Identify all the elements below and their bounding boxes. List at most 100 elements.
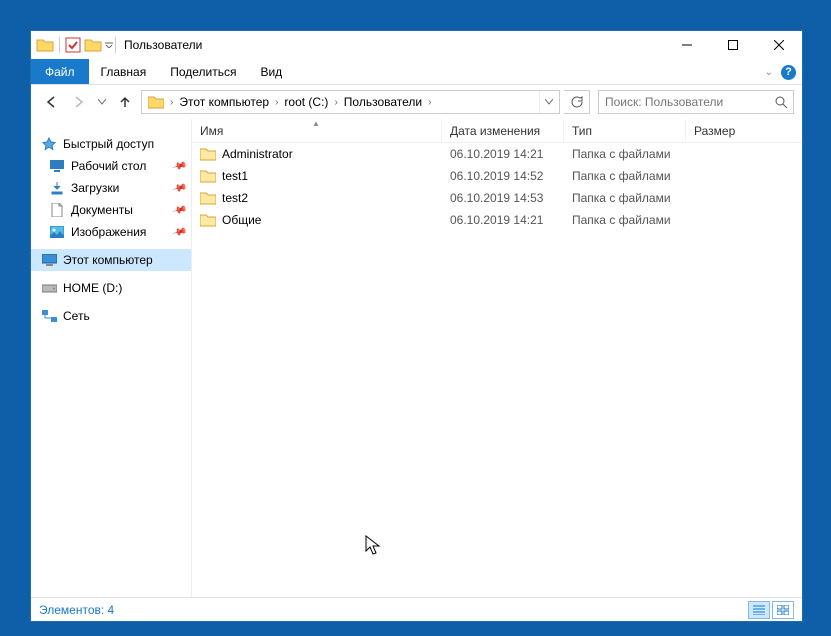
properties-icon[interactable] — [65, 37, 81, 53]
view-buttons — [748, 601, 794, 619]
folder-icon — [200, 169, 216, 183]
breadcrumb-root-c[interactable]: root (C:) — [280, 91, 332, 113]
file-list: Administrator06.10.2019 14:21Папка с фай… — [192, 143, 802, 597]
column-type[interactable]: Тип — [564, 119, 686, 142]
pictures-icon — [49, 224, 65, 240]
status-text: Элементов: 4 — [39, 603, 114, 617]
sidebar-this-pc[interactable]: Этот компьютер — [31, 249, 191, 271]
title-bar: Пользователи — [31, 31, 802, 59]
sidebar-item-downloads[interactable]: Загрузки 📌 — [31, 177, 191, 199]
close-button[interactable] — [756, 31, 802, 59]
sidebar-quick-access[interactable]: Быстрый доступ — [31, 133, 191, 155]
tab-file[interactable]: Файл — [31, 59, 89, 84]
file-type: Папка с файлами — [564, 191, 686, 205]
new-folder-icon[interactable] — [84, 37, 102, 53]
sidebar-drive-home[interactable]: HOME (D:) — [31, 277, 191, 299]
up-button[interactable] — [113, 90, 137, 114]
navigation-pane: Быстрый доступ Рабочий стол 📌 Загрузки 📌… — [31, 119, 191, 597]
tab-home[interactable]: Главная — [89, 59, 159, 84]
drive-icon — [41, 280, 57, 296]
ribbon-tabs: Файл Главная Поделиться Вид ⌄ ? — [31, 59, 802, 85]
nav-row: › Этот компьютер › root (C:) › Пользоват… — [31, 85, 802, 119]
sidebar-label: Этот компьютер — [63, 253, 153, 267]
file-name: test1 — [222, 169, 248, 183]
address-bar[interactable]: › Этот компьютер › root (C:) › Пользоват… — [141, 90, 560, 114]
network-icon — [41, 308, 57, 324]
file-date: 06.10.2019 14:21 — [442, 213, 564, 227]
file-date: 06.10.2019 14:52 — [442, 169, 564, 183]
refresh-button[interactable] — [564, 90, 590, 114]
maximize-button[interactable] — [710, 31, 756, 59]
folder-icon — [200, 147, 216, 161]
pin-icon: 📌 — [171, 224, 187, 240]
file-name: test2 — [222, 191, 248, 205]
tab-view[interactable]: Вид — [248, 59, 294, 84]
sidebar-label: HOME (D:) — [63, 281, 122, 295]
table-row[interactable]: test2 06.10.2019 14:53Папка с файлами — [192, 187, 802, 209]
tab-share[interactable]: Поделиться — [158, 59, 248, 84]
back-button[interactable] — [39, 90, 63, 114]
computer-icon — [41, 252, 57, 268]
file-type: Папка с файлами — [564, 169, 686, 183]
window-controls — [664, 31, 802, 59]
column-date[interactable]: Дата изменения — [442, 119, 564, 142]
help-icon[interactable]: ? — [781, 65, 796, 80]
search-icon[interactable] — [769, 91, 793, 113]
search-input[interactable] — [599, 95, 769, 109]
large-icons-view-button[interactable] — [772, 601, 794, 619]
content-area: Имя ▲ Дата изменения Тип Размер Administ… — [191, 119, 802, 597]
sidebar-item-pictures[interactable]: Изображения 📌 — [31, 221, 191, 243]
file-date: 06.10.2019 14:53 — [442, 191, 564, 205]
qat-dropdown-icon[interactable] — [105, 38, 113, 52]
folder-icon — [200, 213, 216, 227]
table-row[interactable]: Administrator06.10.2019 14:21Папка с фай… — [192, 143, 802, 165]
sidebar-item-desktop[interactable]: Рабочий стол 📌 — [31, 155, 191, 177]
documents-icon — [49, 202, 65, 218]
title-separator — [115, 37, 116, 53]
file-date: 06.10.2019 14:21 — [442, 147, 564, 161]
status-bar: Элементов: 4 — [31, 597, 802, 621]
quick-access-toolbar — [31, 37, 113, 53]
minimize-button[interactable] — [664, 31, 710, 59]
chevron-right-icon[interactable]: › — [273, 97, 280, 108]
downloads-icon — [49, 180, 65, 196]
chevron-right-icon[interactable]: › — [168, 97, 175, 108]
ribbon-expand-icon[interactable]: ⌄ — [765, 67, 773, 78]
table-row[interactable]: test1 06.10.2019 14:52Папка с файлами — [192, 165, 802, 187]
chevron-right-icon[interactable]: › — [426, 97, 433, 108]
sidebar-label: Сеть — [63, 309, 90, 323]
pin-icon: 📌 — [171, 202, 187, 218]
column-size[interactable]: Размер — [686, 119, 802, 142]
recent-dropdown[interactable] — [95, 90, 109, 114]
breadcrumb-root-icon[interactable] — [144, 91, 168, 113]
column-label: Имя — [200, 124, 223, 138]
breadcrumb-users[interactable]: Пользователи — [340, 91, 426, 113]
column-headers: Имя ▲ Дата изменения Тип Размер — [192, 119, 802, 143]
file-type: Папка с файлами — [564, 147, 686, 161]
sidebar-item-label: Загрузки — [71, 181, 119, 195]
table-row[interactable]: Общие06.10.2019 14:21Папка с файлами — [192, 209, 802, 231]
details-view-button[interactable] — [748, 601, 770, 619]
folder-icon — [200, 191, 216, 205]
breadcrumb-this-pc[interactable]: Этот компьютер — [175, 91, 273, 113]
sidebar-item-label: Изображения — [71, 225, 146, 239]
explorer-window: Пользователи Файл Главная Поделиться Вид… — [30, 30, 803, 622]
column-name[interactable]: Имя ▲ — [192, 119, 442, 142]
star-icon — [41, 136, 57, 152]
app-folder-icon — [36, 37, 54, 53]
forward-button[interactable] — [67, 90, 91, 114]
chevron-right-icon[interactable]: › — [332, 97, 339, 108]
pin-icon: 📌 — [171, 158, 187, 174]
sidebar-item-label: Документы — [71, 203, 133, 217]
address-history-dropdown[interactable] — [539, 91, 557, 113]
sort-indicator-icon: ▲ — [312, 119, 320, 128]
desktop-icon — [49, 158, 65, 174]
file-name: Общие — [222, 213, 261, 227]
window-title: Пользователи — [124, 38, 202, 52]
sidebar-network[interactable]: Сеть — [31, 305, 191, 327]
search-box[interactable] — [598, 90, 794, 114]
sidebar-item-documents[interactable]: Документы 📌 — [31, 199, 191, 221]
ribbon-right: ⌄ ? — [765, 59, 796, 85]
qat-separator — [59, 37, 60, 53]
pin-icon: 📌 — [171, 180, 187, 196]
